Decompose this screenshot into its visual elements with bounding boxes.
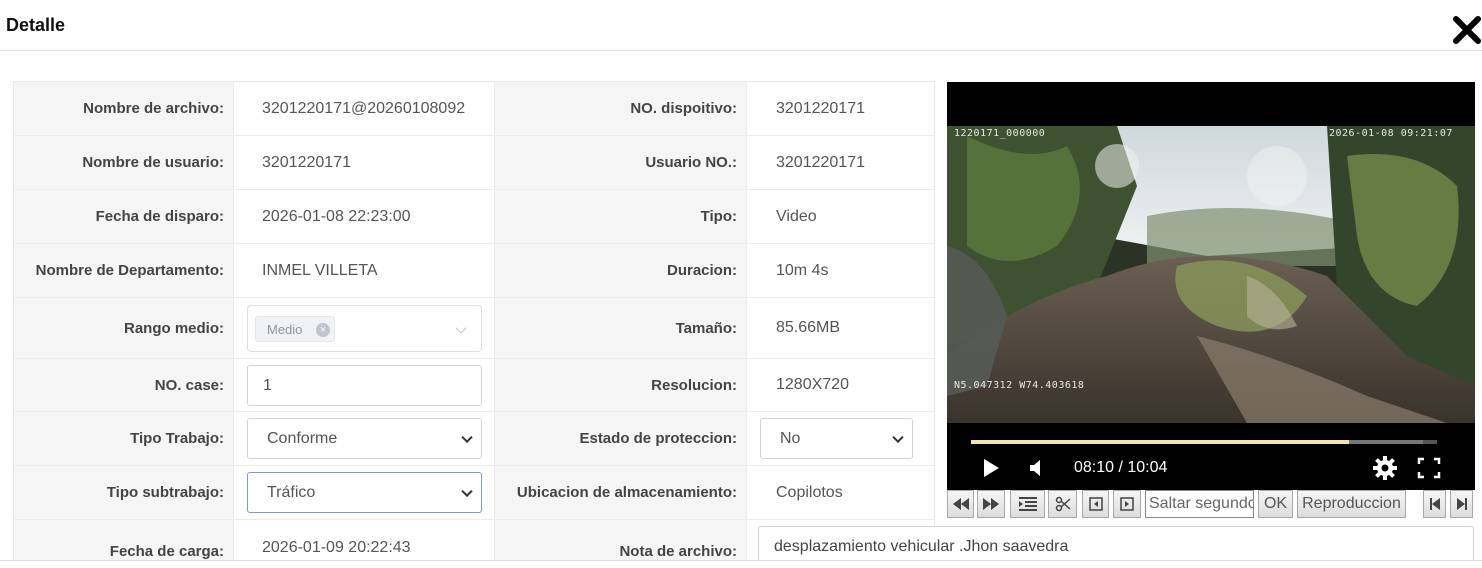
last-button[interactable] xyxy=(1450,490,1473,518)
form-row: Tipo subtrabajo: Tráfico Ubicacion de al… xyxy=(14,466,934,520)
chevron-down-icon xyxy=(461,431,473,443)
fullscreen-icon[interactable] xyxy=(1417,457,1441,479)
tag-close-icon[interactable]: × xyxy=(316,323,330,337)
device-no-label: NO. dispoitivo: xyxy=(494,82,746,135)
detail-form: Nombre de archivo: 3201220171@2026010809… xyxy=(13,81,935,568)
gear-icon[interactable] xyxy=(1372,455,1398,481)
capture-date-value: 2026-01-08 22:23:00 xyxy=(233,190,494,243)
range-cell: Medio × xyxy=(233,298,494,358)
rewind-button[interactable] xyxy=(947,490,974,518)
department-value: INMEL VILLETA xyxy=(233,244,494,297)
form-row: Nombre de Departamento: INMEL VILLETA Du… xyxy=(14,244,934,298)
user-name-value: 3201220171 xyxy=(233,136,494,189)
list-button[interactable] xyxy=(1010,490,1045,518)
scissors-button[interactable] xyxy=(1048,490,1077,518)
chevron-down-icon xyxy=(461,485,473,497)
seek-bar[interactable] xyxy=(971,440,1437,444)
resolution-value: 1280X720 xyxy=(746,359,934,411)
file-name-value: 3201220171@20260108092 xyxy=(233,82,494,135)
progress-fill xyxy=(971,440,1350,444)
form-row: Nombre de archivo: 3201220171@2026010809… xyxy=(14,82,934,136)
dialog-bottom-divider xyxy=(0,560,1482,568)
form-row: Rango medio: Medio × Tamaño: 85.66MB xyxy=(14,298,934,359)
range-label: Rango medio: xyxy=(14,298,233,358)
type-value: Video xyxy=(746,190,934,243)
player-toolbar: Saltar segundos OK Reproduccion xyxy=(947,490,1475,518)
duration-label: Duracion: xyxy=(494,244,746,297)
size-label: Tamaño: xyxy=(494,298,746,358)
storage-label: Ubicacion de almacenamiento: xyxy=(494,466,746,519)
work-subtype-cell: Tráfico xyxy=(233,466,494,519)
chevron-down-icon xyxy=(455,322,467,334)
play-icon[interactable] xyxy=(981,457,1001,479)
range-tag: Medio × xyxy=(255,316,335,342)
case-no-label: NO. case: xyxy=(14,359,233,411)
osd-device-id: 1220171_000000 xyxy=(954,128,1046,139)
protection-select[interactable]: No xyxy=(760,418,913,459)
protection-selected: No xyxy=(780,429,801,447)
close-icon[interactable] xyxy=(1452,14,1482,46)
next-frame-button[interactable] xyxy=(1113,490,1141,518)
work-subtype-label: Tipo subtrabajo: xyxy=(14,466,233,519)
protection-cell: No xyxy=(746,412,934,465)
user-no-label: Usuario NO.: xyxy=(494,136,746,189)
storage-value: Copilotos xyxy=(746,466,934,519)
detail-dialog: Detalle Nombre de archivo: 3201220171@20… xyxy=(0,0,1482,568)
playback-button[interactable]: Reproduccion xyxy=(1297,490,1406,518)
form-row: Fecha de disparo: 2026-01-08 22:23:00 Ti… xyxy=(14,190,934,244)
resolution-label: Resolucion: xyxy=(494,359,746,411)
ok-button[interactable]: OK xyxy=(1258,490,1293,518)
chevron-down-icon xyxy=(892,431,904,443)
capture-date-label: Fecha de disparo: xyxy=(14,190,233,243)
time-display: 08:10 / 10:04 xyxy=(1074,459,1168,476)
video-frame[interactable]: 1220171_000000 2026-01-08 09:21:07 N5.04… xyxy=(947,126,1475,423)
file-name-label: Nombre de archivo: xyxy=(14,82,233,135)
duration-value: 10m 4s xyxy=(746,244,934,297)
volume-icon[interactable] xyxy=(1027,458,1047,478)
first-button[interactable] xyxy=(1423,490,1446,518)
form-row: Nombre de usuario: 3201220171 Usuario NO… xyxy=(14,136,934,190)
work-type-label: Tipo Trabajo: xyxy=(14,412,233,465)
work-type-selected: Conforme xyxy=(267,429,338,447)
dialog-header: Detalle xyxy=(0,0,1482,51)
range-select[interactable]: Medio × xyxy=(247,305,482,352)
case-no-cell: 1 xyxy=(233,359,494,411)
video-player[interactable]: 1220171_000000 2026-01-08 09:21:07 N5.04… xyxy=(947,82,1475,490)
device-no-value: 3201220171 xyxy=(746,82,934,135)
form-row: NO. case: 1 Resolucion: 1280X720 xyxy=(14,359,934,412)
work-type-select[interactable]: Conforme xyxy=(247,418,482,459)
user-no-value: 3201220171 xyxy=(746,136,934,189)
form-row: Tipo Trabajo: Conforme Estado de protecc… xyxy=(14,412,934,466)
size-value: 85.66MB xyxy=(746,298,934,358)
osd-timestamp: 2026-01-08 09:21:07 xyxy=(1329,128,1453,139)
work-type-cell: Conforme xyxy=(233,412,494,465)
dialog-title: Detalle xyxy=(6,15,66,35)
prev-frame-button[interactable] xyxy=(1082,490,1109,518)
department-label: Nombre de Departamento: xyxy=(14,244,233,297)
type-label: Tipo: xyxy=(494,190,746,243)
range-tag-label: Medio xyxy=(267,321,303,337)
work-subtype-selected: Tráfico xyxy=(267,483,316,501)
seek-seconds-input[interactable]: Saltar segundos xyxy=(1145,490,1254,518)
case-no-input[interactable]: 1 xyxy=(247,365,482,406)
work-subtype-select[interactable]: Tráfico xyxy=(247,472,482,513)
osd-gps: N5.047312 W74.403618 xyxy=(954,380,1085,391)
user-name-label: Nombre de usuario: xyxy=(14,136,233,189)
fast-forward-button[interactable] xyxy=(977,490,1005,518)
protection-label: Estado de proteccion: xyxy=(494,412,746,465)
